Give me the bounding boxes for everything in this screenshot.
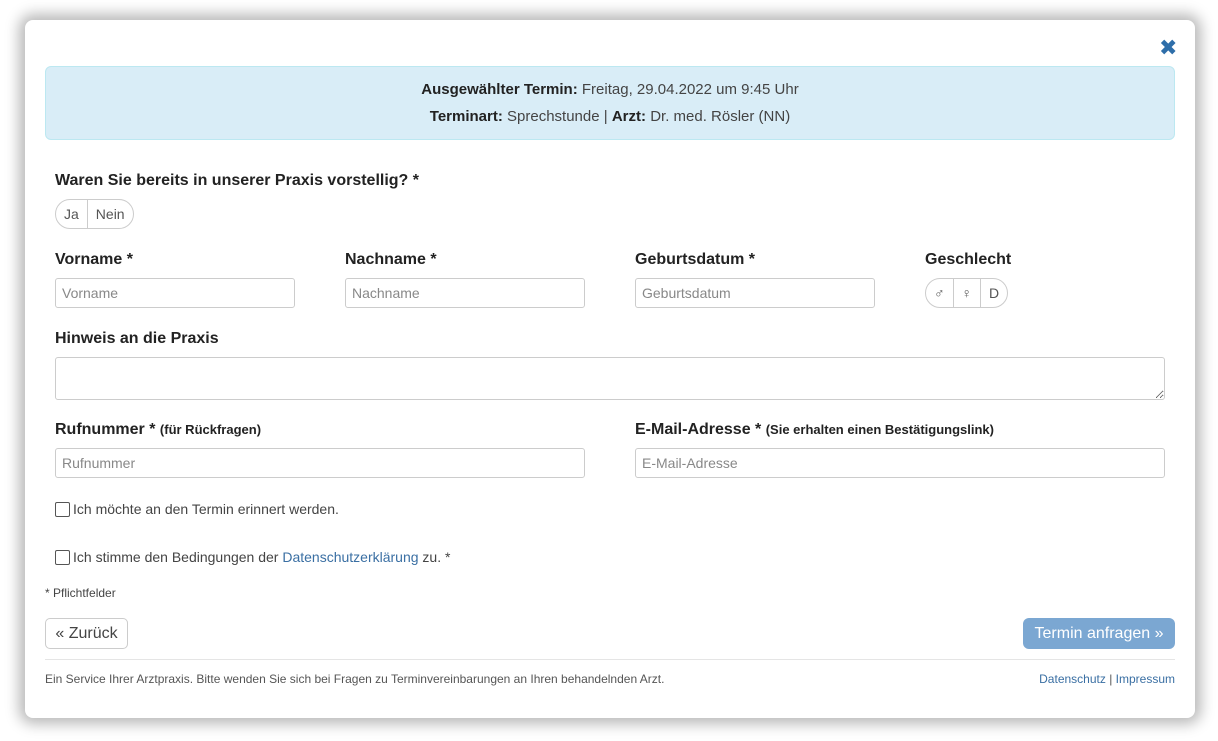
footer-links: Datenschutz | Impressum bbox=[1039, 672, 1175, 686]
selected-label: Ausgewählter Termin: bbox=[421, 81, 578, 98]
doctor-label: Arzt: bbox=[611, 108, 647, 125]
phone-label-text: Rufnummer * bbox=[55, 421, 156, 438]
appointment-type-line: Terminart: Sprechstunde | Arzt: Dr. med.… bbox=[46, 108, 1174, 125]
gender-female-option[interactable]: ♀ bbox=[954, 279, 981, 307]
lastname-label: Nachname * bbox=[345, 251, 437, 268]
email-label-text: E-Mail-Adresse * bbox=[635, 421, 762, 438]
phone-input[interactable] bbox=[55, 448, 585, 478]
visited-question: Waren Sie bereits in unserer Praxis vors… bbox=[55, 172, 419, 189]
gender-toggle: ♂ ♀ D bbox=[925, 278, 1009, 308]
privacy-label-before: Ich stimme den Bedingungen der bbox=[73, 549, 283, 565]
reminder-checkbox-row: Ich möchte an den Termin erinnert werden… bbox=[55, 501, 339, 517]
footer-text: Ein Service Ihrer Arztpraxis. Bitte wend… bbox=[45, 672, 665, 686]
visited-yes-option[interactable]: Ja bbox=[56, 200, 88, 228]
doctor-value: Dr. med. Rösler (NN) bbox=[650, 108, 791, 125]
privacy-policy-link[interactable]: Datenschutzerklärung bbox=[282, 549, 418, 565]
footer-imprint-link[interactable]: Impressum bbox=[1116, 672, 1175, 686]
privacy-checkbox-row: Ich stimme den Bedingungen der Datenschu… bbox=[55, 549, 450, 565]
required-note: * Pflichtfelder bbox=[45, 586, 116, 600]
privacy-checkbox[interactable] bbox=[55, 549, 70, 565]
reminder-checkbox[interactable] bbox=[55, 501, 70, 517]
phone-hint: (für Rückfragen) bbox=[159, 422, 262, 437]
birthdate-input[interactable] bbox=[635, 278, 875, 308]
firstname-label: Vorname * bbox=[55, 251, 133, 268]
footer-privacy-link[interactable]: Datenschutz bbox=[1039, 672, 1106, 686]
email-label: E-Mail-Adresse * (Sie erhalten einen Bes… bbox=[635, 421, 994, 439]
type-value: Sprechstunde bbox=[507, 108, 600, 125]
note-label: Hinweis an die Praxis bbox=[55, 330, 219, 347]
email-hint: (Sie erhalten einen Bestätigungslink) bbox=[765, 422, 994, 437]
gender-label: Geschlecht bbox=[925, 251, 1012, 268]
type-label: Terminart: bbox=[429, 108, 503, 125]
firstname-input[interactable] bbox=[55, 278, 295, 308]
email-input[interactable] bbox=[635, 448, 1165, 478]
birthdate-label: Geburtsdatum * bbox=[635, 251, 756, 268]
back-button[interactable]: « Zurück bbox=[45, 618, 128, 649]
submit-button[interactable]: Termin anfragen » bbox=[1023, 618, 1175, 649]
lastname-input[interactable] bbox=[345, 278, 585, 308]
close-icon[interactable]: ✖ bbox=[1159, 38, 1177, 60]
phone-label: Rufnummer * (für Rückfragen) bbox=[55, 421, 261, 439]
note-textarea[interactable] bbox=[55, 357, 1165, 400]
appointment-info-box: Ausgewählter Termin: Freitag, 29.04.2022… bbox=[45, 66, 1175, 140]
selected-value: Freitag, 29.04.2022 um 9:45 Uhr bbox=[581, 81, 799, 98]
gender-male-option[interactable]: ♂ bbox=[926, 279, 954, 307]
reminder-label[interactable]: Ich möchte an den Termin erinnert werden… bbox=[73, 501, 339, 517]
footer-separator: | bbox=[1109, 672, 1113, 686]
footer-divider bbox=[45, 659, 1175, 660]
visited-toggle: Ja Nein bbox=[55, 199, 134, 229]
selected-appointment-line: Ausgewählter Termin: Freitag, 29.04.2022… bbox=[46, 81, 1174, 98]
visited-no-option[interactable]: Nein bbox=[88, 200, 133, 228]
separator: | bbox=[603, 108, 608, 125]
appointment-modal: ✖ Ausgewählter Termin: Freitag, 29.04.20… bbox=[25, 20, 1195, 718]
gender-diverse-option[interactable]: D bbox=[981, 279, 1007, 307]
privacy-label-after: zu. * bbox=[418, 549, 451, 565]
